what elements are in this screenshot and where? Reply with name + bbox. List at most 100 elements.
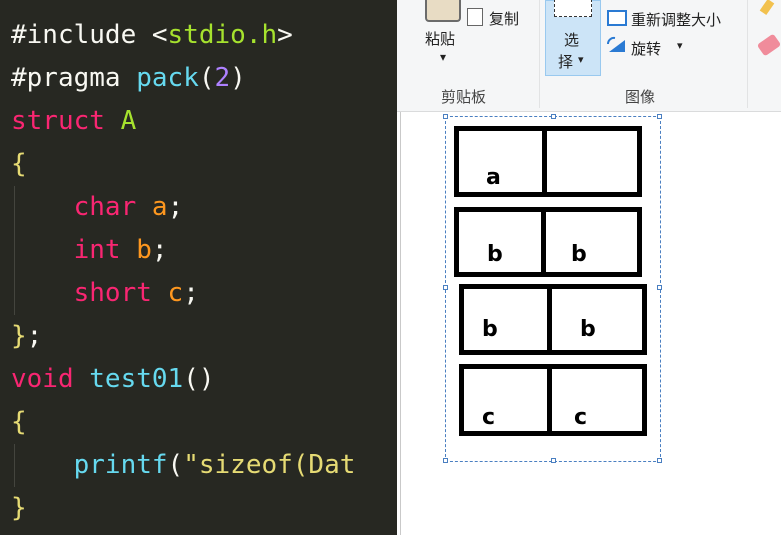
select-label-2: 择 bbox=[558, 53, 574, 71]
chevron-down-icon: ▾ bbox=[440, 50, 447, 64]
code-token: printf bbox=[73, 450, 168, 480]
code-token: int bbox=[73, 235, 137, 265]
resize-handle[interactable] bbox=[551, 458, 556, 463]
cell-label: c bbox=[574, 405, 588, 430]
chevron-down-icon: ▾ bbox=[677, 39, 683, 52]
rotate-icon bbox=[606, 36, 625, 52]
memory-cell: b bbox=[547, 284, 647, 355]
code-token: "sizeof(Dat bbox=[183, 450, 356, 480]
code-line[interactable]: void test01() bbox=[11, 358, 215, 401]
memory-cell: c bbox=[547, 364, 647, 436]
rotate-label: 旋转 bbox=[631, 40, 662, 58]
code-token: pack bbox=[136, 63, 199, 93]
resize-button[interactable]: 重新调整大小 bbox=[607, 8, 757, 30]
code-line[interactable]: char a; bbox=[11, 186, 184, 229]
copy-label: 复制 bbox=[489, 10, 520, 28]
clipboard-group-label: 剪贴板 bbox=[441, 88, 487, 106]
code-token: struct bbox=[11, 106, 121, 136]
code-editor[interactable]: #include <stdio.h> #pragma pack(2) struct … bbox=[0, 0, 397, 535]
code-token: 2 bbox=[214, 63, 231, 93]
memory-cell: a bbox=[454, 126, 547, 197]
code-line[interactable]: printf("sizeof(Dat bbox=[11, 444, 356, 487]
ribbon: 粘贴 ▾ 复制 剪贴板 选 择 ▾ 重新调整大小 旋转 ▾ 图像 bbox=[397, 0, 781, 112]
code-line[interactable]: #include <stdio.h> bbox=[11, 14, 293, 57]
code-token: char bbox=[73, 192, 152, 222]
code-token: ; bbox=[26, 321, 43, 351]
code-line[interactable]: struct A bbox=[11, 100, 136, 143]
code-line[interactable]: { bbox=[11, 143, 27, 186]
select-label: 选 bbox=[564, 31, 580, 49]
code-token: void bbox=[11, 364, 90, 394]
pencil-icon[interactable] bbox=[759, 0, 775, 16]
cell-label: a bbox=[486, 165, 501, 190]
paste-label: 粘贴 bbox=[425, 30, 456, 48]
paint-window: 粘贴 ▾ 复制 剪贴板 选 择 ▾ 重新调整大小 旋转 ▾ 图像 a b b b… bbox=[397, 0, 781, 535]
code-token: test01 bbox=[89, 364, 184, 394]
image-group-label: 图像 bbox=[625, 88, 656, 106]
code-line[interactable]: { bbox=[11, 401, 27, 444]
resize-icon bbox=[607, 10, 627, 26]
drawing-canvas[interactable]: a b b b b c c bbox=[397, 112, 781, 535]
memory-cell: b bbox=[541, 207, 642, 277]
cell-label: b bbox=[482, 317, 498, 342]
resize-handle[interactable] bbox=[551, 114, 556, 119]
code-line[interactable]: #pragma pack(2) bbox=[11, 57, 246, 100]
memory-cell: b bbox=[459, 284, 552, 355]
code-line[interactable]: int b; bbox=[11, 229, 168, 272]
group-separator bbox=[747, 0, 748, 108]
code-token: a bbox=[151, 192, 168, 222]
cell-label: b bbox=[487, 242, 503, 267]
code-token: stdio.h bbox=[167, 20, 278, 50]
resize-handle[interactable] bbox=[657, 114, 662, 119]
code-token: } bbox=[11, 321, 27, 351]
code-token: ; bbox=[167, 192, 184, 222]
code-token: short bbox=[73, 278, 168, 308]
cell-label: b bbox=[580, 317, 596, 342]
code-line[interactable]: short c; bbox=[11, 272, 199, 315]
code-token: b bbox=[136, 235, 152, 265]
code-token: A bbox=[120, 106, 137, 136]
resize-handle[interactable] bbox=[657, 458, 662, 463]
select-button[interactable]: 选 择 ▾ bbox=[545, 0, 601, 76]
code-token: > bbox=[277, 20, 293, 50]
copy-icon bbox=[467, 8, 483, 26]
select-icon bbox=[554, 0, 592, 17]
code-token: } bbox=[11, 493, 27, 523]
code-token: ) bbox=[230, 63, 246, 93]
cell-label: c bbox=[482, 405, 496, 430]
resize-handle[interactable] bbox=[443, 285, 448, 290]
copy-button[interactable]: 复制 bbox=[467, 6, 531, 28]
canvas-border bbox=[400, 112, 401, 535]
memory-cell bbox=[542, 126, 642, 197]
code-token: ; bbox=[151, 235, 168, 265]
code-token: () bbox=[183, 364, 215, 394]
resize-label: 重新调整大小 bbox=[631, 11, 722, 29]
paste-button[interactable]: 粘贴 ▾ bbox=[407, 0, 461, 76]
eraser-icon[interactable] bbox=[756, 33, 781, 57]
code-token: ( bbox=[198, 63, 215, 93]
code-token: #include bbox=[11, 20, 152, 50]
resize-handle[interactable] bbox=[443, 458, 448, 463]
code-token: < bbox=[151, 20, 168, 50]
resize-handle[interactable] bbox=[657, 285, 662, 290]
rotate-button[interactable]: 旋转 ▾ bbox=[605, 36, 695, 58]
memory-cell: b bbox=[454, 207, 546, 277]
memory-cell: c bbox=[459, 364, 552, 436]
code-token: ( bbox=[167, 450, 184, 480]
paste-icon bbox=[425, 0, 461, 22]
code-token: { bbox=[11, 407, 27, 437]
chevron-down-icon: ▾ bbox=[578, 53, 584, 66]
resize-handle[interactable] bbox=[443, 114, 448, 119]
cell-label: b bbox=[571, 242, 587, 267]
code-token: { bbox=[11, 149, 27, 179]
group-separator bbox=[539, 0, 540, 108]
code-line[interactable]: } bbox=[11, 487, 27, 530]
code-token: #pragma bbox=[11, 63, 137, 93]
code-token: c bbox=[167, 278, 184, 308]
code-line[interactable]: }; bbox=[11, 315, 42, 358]
code-token: ; bbox=[183, 278, 199, 308]
